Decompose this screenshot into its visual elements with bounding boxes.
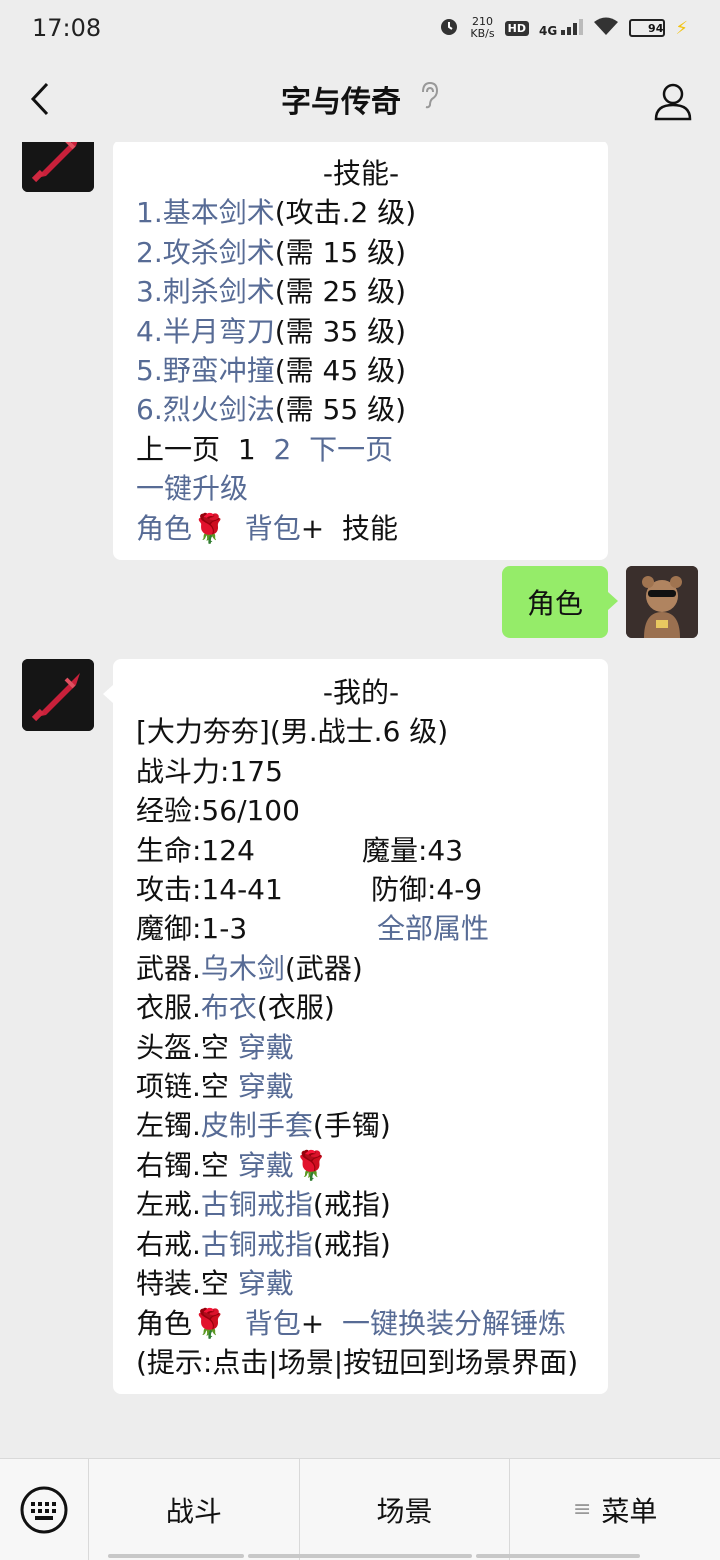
wear-link[interactable]: 穿戴 <box>238 1031 294 1064</box>
pagination: 上一页 1 2 下一页 <box>136 430 586 469</box>
equip-slot: 头盔.空 穿戴 <box>136 1030 294 1064</box>
keyboard-toggle-button[interactable] <box>0 1459 88 1560</box>
skill-link[interactable]: 4.半月弯刀 <box>136 315 275 348</box>
battery-icon: 94 <box>629 19 666 37</box>
status-icons: 210 KB/s HD 4G 94 ⚡ <box>438 15 688 41</box>
keyboard-icon <box>20 1486 68 1533</box>
hd-badge: HD <box>504 20 529 36</box>
next-page-link[interactable]: 下一页 <box>309 433 393 466</box>
character-line: [大力夯夯](男.战士.6 级) <box>136 715 449 749</box>
nav-handle <box>248 1554 472 1558</box>
message-bubble-profile: -我的- [大力夯夯](男.战士.6 级) 战斗力:175 经验:56/100 … <box>103 659 608 1395</box>
equip-slot: 右镯.空 穿戴🌹 <box>136 1148 329 1182</box>
equip-slot: 左戒.古铜戒指(戒指) <box>136 1188 391 1222</box>
skill-item: 2.攻杀剑术(需 15 级) <box>136 235 406 269</box>
ear-icon <box>419 80 439 118</box>
menu-lines-icon: ≡ <box>572 1497 592 1522</box>
bot-avatar[interactable] <box>22 142 94 192</box>
equip-slot: 武器.乌木剑(武器) <box>136 951 363 985</box>
wear-link[interactable]: 穿戴 <box>238 1267 294 1300</box>
signal-4g: 4G <box>539 18 584 38</box>
back-arrow-icon <box>30 82 49 116</box>
upgrade-all-link[interactable]: 一键升级 <box>136 472 248 505</box>
equip-item-link[interactable]: 布衣 <box>201 991 257 1024</box>
def-value: 防御:4-9 <box>371 873 483 907</box>
net-speed: 210 KB/s <box>470 15 495 40</box>
menu-tab-scene[interactable]: 场景 <box>298 1458 510 1560</box>
skill-item: 6.烈火剑法(需 55 级) <box>136 393 406 427</box>
mdef-row: 魔御:1-3 全部属性 <box>136 909 586 948</box>
skills-heading: -技能- <box>322 157 400 190</box>
skill-item: 4.半月弯刀(需 35 级) <box>136 314 406 348</box>
equip-item-link[interactable]: 古铜戒指 <box>201 1228 313 1261</box>
page-current: 1 <box>237 432 256 466</box>
rose-icon: 🌹 <box>192 1306 227 1340</box>
skill-item: 3.刺杀剑术(需 25 级) <box>136 275 406 309</box>
equip-slot: 左镯.皮制手套(手镯) <box>136 1109 391 1143</box>
user-avatar[interactable] <box>626 566 698 638</box>
skill-item: 5.野蛮冲撞(需 45 级) <box>136 354 406 388</box>
chat-info-button[interactable] <box>648 76 698 126</box>
prev-page-label: 上一页 <box>136 432 221 466</box>
hint-text: (提示:点击|场景|按钮回到场景界面) <box>136 1345 579 1379</box>
role-label: 角色 <box>136 1306 193 1340</box>
mp-value: 魔量:43 <box>362 833 464 867</box>
equip-slot: 右戒.古铜戒指(戒指) <box>136 1227 391 1261</box>
rose-icon: 🌹 <box>192 511 227 545</box>
charging-icon: ⚡ <box>675 17 688 39</box>
chat-area[interactable]: -技能- 1.基本剑术(攻击.2 级) 2.攻杀剑术(需 15 级) 3.刺杀剑… <box>0 142 720 1458</box>
sword-icon <box>22 659 94 731</box>
page-2-link[interactable]: 2 <box>273 433 291 466</box>
wifi-icon <box>593 16 619 40</box>
sword-icon <box>22 142 94 192</box>
skill-link[interactable]: 1.基本剑术 <box>136 196 275 229</box>
skill-link[interactable]: 5.野蛮冲撞 <box>136 354 275 387</box>
message-bubble-self: 角色 <box>502 566 618 638</box>
skill-link[interactable]: 3.刺杀剑术 <box>136 275 275 308</box>
skills-nav-row: 角色🌹 背包+ 技能 <box>136 511 399 545</box>
nav-handle <box>108 1554 244 1558</box>
equip-slot: 特装.空 穿戴 <box>136 1267 294 1301</box>
equip-slot: 项链.空 穿戴 <box>136 1070 294 1104</box>
equip-slot: 衣服.布衣(衣服) <box>136 991 335 1025</box>
bag-link[interactable]: 背包 <box>245 1307 301 1340</box>
profile-heading: -我的- <box>322 676 400 709</box>
menu-tab-battle[interactable]: 战斗 <box>88 1458 299 1560</box>
bear-avatar-icon <box>626 566 698 638</box>
skill-link[interactable]: 6.烈火剑法 <box>136 393 275 426</box>
status-bar: 17:08 210 KB/s HD 4G 94 ⚡ <box>0 0 720 56</box>
bag-link[interactable]: 背包 <box>245 512 301 545</box>
menu-tab-menu[interactable]: ≡ 菜单 <box>509 1458 720 1560</box>
skill-label: 技能 <box>342 511 399 545</box>
power-line: 战斗力:175 <box>136 754 283 788</box>
equip-item-link[interactable]: 乌木剑 <box>201 952 285 985</box>
skill-item: 1.基本剑术(攻击.2 级) <box>136 196 417 230</box>
rose-icon: 🌹 <box>293 1148 329 1182</box>
back-button[interactable] <box>18 74 62 124</box>
atk-def-row: 攻击:14-41 防御:4-9 <box>136 870 586 909</box>
role-link[interactable]: 角色 <box>136 512 192 545</box>
nav-handle <box>476 1554 640 1558</box>
equip-item-link[interactable]: 古铜戒指 <box>201 1188 313 1221</box>
mdef-value: 魔御:1-3 <box>136 912 248 946</box>
title-bar: 字与传奇 <box>0 56 720 142</box>
chat-title: 字与传奇 <box>281 77 439 121</box>
status-time: 17:08 <box>32 14 102 42</box>
atk-value: 攻击:14-41 <box>136 873 283 907</box>
exp-line: 经验:56/100 <box>136 794 300 828</box>
person-icon <box>654 83 692 121</box>
hp-value: 生命:124 <box>136 833 255 867</box>
alarm-icon <box>438 15 460 41</box>
equip-item-link[interactable]: 皮制手套 <box>201 1109 313 1142</box>
quick-actions-link[interactable]: 一键换装分解锤炼 <box>342 1307 566 1340</box>
bot-avatar[interactable] <box>22 659 94 731</box>
profile-nav-row: 角色🌹 背包+ 一键换装分解锤炼 <box>136 1306 567 1340</box>
hp-mp-row: 生命:124 魔量:43 <box>136 831 586 870</box>
wear-link[interactable]: 穿戴 <box>238 1149 294 1182</box>
all-attributes-link[interactable]: 全部属性 <box>377 909 489 948</box>
wear-link[interactable]: 穿戴 <box>238 1070 294 1103</box>
message-bubble-skills: -技能- 1.基本剑术(攻击.2 级) 2.攻杀剑术(需 15 级) 3.刺杀剑… <box>113 142 608 561</box>
skill-link[interactable]: 2.攻杀剑术 <box>136 236 275 269</box>
bottom-menu-bar: 战斗 场景 ≡ 菜单 <box>0 1458 720 1560</box>
